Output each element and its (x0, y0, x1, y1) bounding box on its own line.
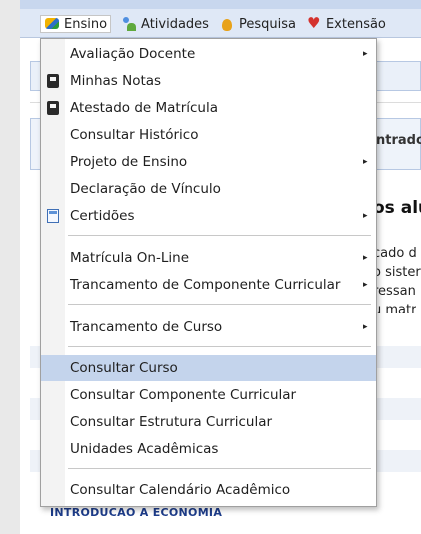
text-fragment-3: ressan (373, 284, 416, 299)
menu-item-consultar-curso[interactable]: Consultar Curso (41, 355, 376, 381)
people-icon (121, 16, 137, 32)
submenu-arrow-icon: ▸ (363, 322, 368, 332)
menu-item-label: Consultar Histórico (70, 127, 199, 143)
menu-item-label: Atestado de Matrícula (70, 100, 218, 116)
menu-pesquisa[interactable]: Pesquisa (219, 16, 296, 32)
menu-atividades[interactable]: Atividades (121, 16, 209, 32)
menu-separator (68, 468, 371, 469)
submenu-arrow-icon: ▸ (363, 211, 368, 221)
menu-item-trancamento-curso[interactable]: Trancamento de Curso ▸ (41, 314, 376, 340)
menu-item-minhas-notas[interactable]: Minhas Notas (41, 68, 376, 94)
menu-atividades-label: Atividades (141, 16, 209, 32)
text-fragment-1: cado d (373, 246, 417, 261)
menu-pesquisa-label: Pesquisa (238, 16, 296, 32)
menu-item-consultar-historico[interactable]: Consultar Histórico (41, 122, 376, 148)
phone-icon (47, 74, 59, 88)
menu-item-label: Consultar Curso (70, 360, 178, 376)
certificate-icon (47, 209, 59, 223)
menu-separator (68, 346, 371, 347)
submenu-arrow-icon: ▸ (363, 157, 368, 167)
panel-label-fragment: ntrado (376, 133, 421, 148)
menu-item-avaliacao-docente[interactable]: Avaliação Docente ▸ (41, 41, 376, 67)
menu-ensino[interactable]: Ensino (40, 15, 112, 33)
submenu-arrow-icon: ▸ (363, 253, 368, 263)
phone-icon (47, 101, 59, 115)
menu-item-label: Declaração de Vínculo (70, 181, 221, 197)
menu-separator (68, 235, 371, 236)
menu-item-trancamento-componente[interactable]: Trancamento de Componente Curricular ▸ (41, 272, 376, 298)
menu-item-label: Projeto de Ensino (70, 154, 188, 170)
menu-item-label: Consultar Calendário Acadêmico (70, 482, 291, 498)
menu-item-label: Unidades Acadêmicas (70, 441, 219, 457)
submenu-arrow-icon: ▸ (363, 280, 368, 290)
heart-icon (306, 14, 322, 32)
main-menubar: Ensino Atividades Pesquisa Extensão (20, 0, 421, 38)
menu-item-matricula-online[interactable]: Matrícula On-Line ▸ (41, 245, 376, 271)
menu-item-label: Trancamento de Curso (70, 319, 223, 335)
menu-item-declaracao-vinculo[interactable]: Declaração de Vínculo (41, 176, 376, 202)
text-fragment-2: o sister (373, 265, 421, 280)
menu-item-label: Certidões (70, 208, 135, 224)
menu-item-consultar-componente[interactable]: Consultar Componente Curricular (41, 382, 376, 408)
ensino-dropdown-menu: Avaliação Docente ▸ Minhas Notas Atestad… (40, 38, 377, 507)
menu-item-atestado-matricula[interactable]: Atestado de Matrícula (41, 95, 376, 121)
menu-item-label: Consultar Estrutura Curricular (70, 414, 273, 430)
menu-ensino-label: Ensino (64, 16, 108, 32)
menu-item-label: Consultar Componente Curricular (70, 387, 297, 403)
submenu-arrow-icon: ▸ (363, 49, 368, 59)
flask-icon (219, 16, 235, 32)
menu-item-label: Matrícula On-Line (70, 250, 189, 266)
menu-extensao[interactable]: Extensão (306, 14, 386, 32)
menu-item-consultar-estrutura[interactable]: Consultar Estrutura Curricular (41, 409, 376, 435)
menu-item-label: Minhas Notas (70, 73, 162, 89)
menu-separator (68, 304, 371, 305)
book-icon (44, 16, 60, 32)
text-fragment-4: u matr (373, 303, 417, 313)
menu-extensao-label: Extensão (325, 16, 386, 32)
menubar-top-strip (20, 0, 421, 9)
menu-item-unidades-academicas[interactable]: Unidades Acadêmicas (41, 436, 376, 462)
menu-item-label: Avaliação Docente (70, 46, 196, 62)
menu-item-projeto-ensino[interactable]: Projeto de Ensino ▸ (41, 149, 376, 175)
menu-item-calendario-academico[interactable]: Consultar Calendário Acadêmico (41, 477, 376, 503)
section-heading-fragment: os alu (373, 198, 421, 218)
menu-item-certidoes[interactable]: Certidões ▸ (41, 203, 376, 229)
menu-item-label: Trancamento de Componente Curricular (70, 277, 341, 293)
course-link[interactable]: INTRODUCAO A ECONOMIA (50, 506, 222, 519)
